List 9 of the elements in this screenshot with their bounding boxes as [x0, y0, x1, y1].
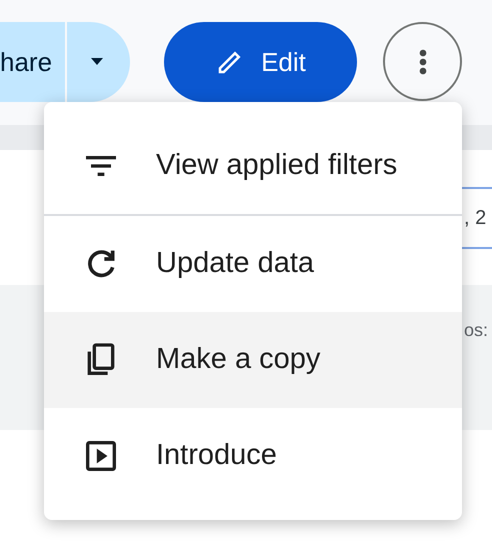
more-vertical-icon [418, 48, 426, 74]
share-button[interactable]: hare [0, 22, 130, 102]
menu-item[interactable]: View applied filters [44, 118, 462, 214]
menu-item[interactable]: Update data [44, 216, 462, 312]
row-text: os: [464, 319, 490, 342]
menu-item[interactable]: Introduce [44, 408, 462, 504]
menu-item[interactable]: Make a copy [44, 312, 462, 408]
caret-icon [89, 57, 105, 67]
edit-button[interactable]: Edit [164, 22, 357, 102]
